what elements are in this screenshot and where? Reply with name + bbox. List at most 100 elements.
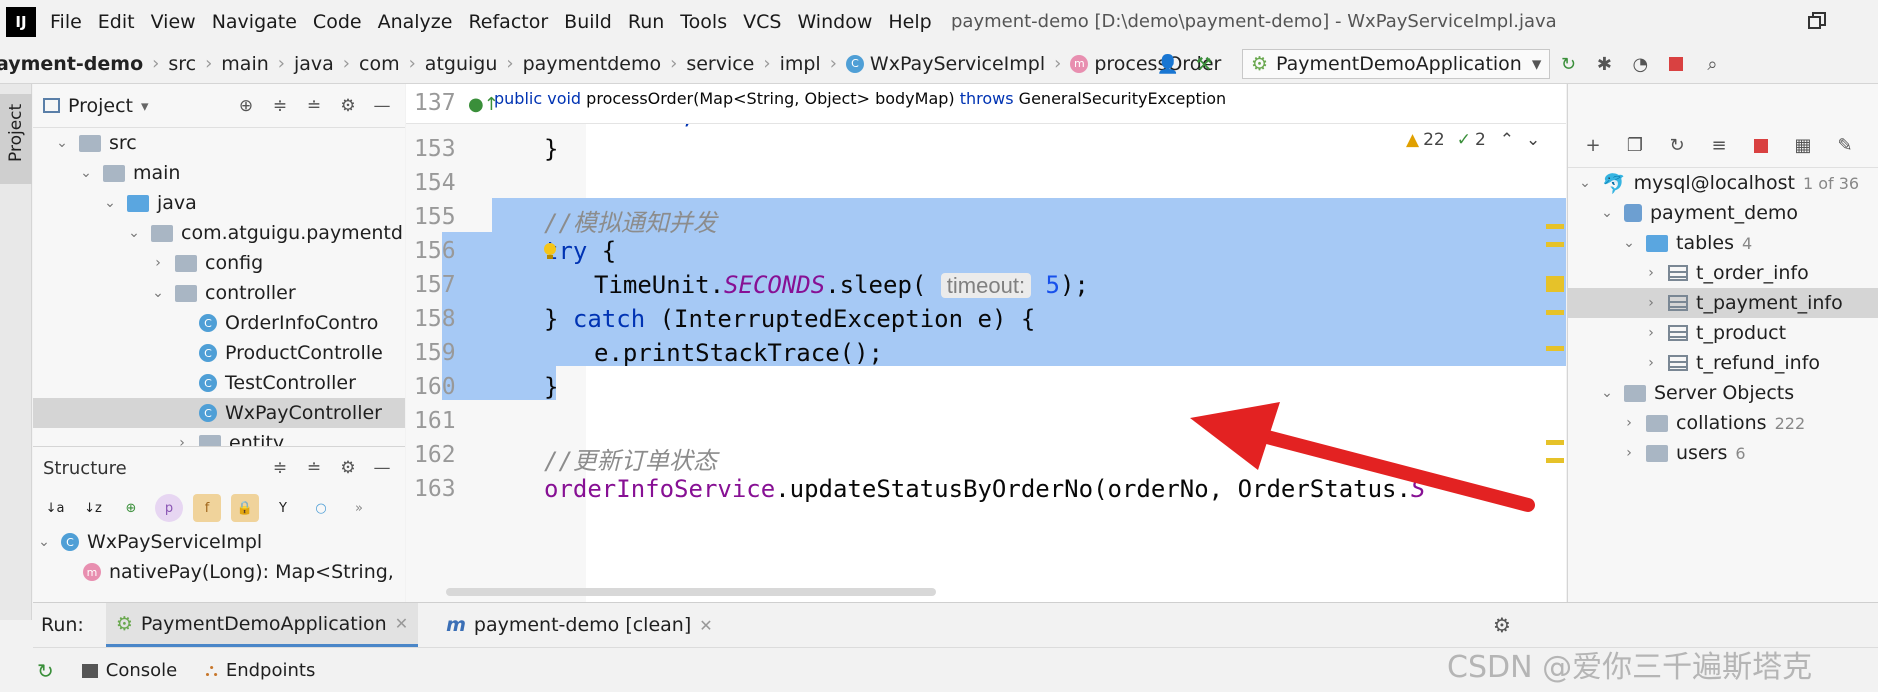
- menu-help[interactable]: Help: [888, 11, 931, 33]
- db-item-table[interactable]: › t_order_info: [1568, 258, 1878, 288]
- build-hammer-icon[interactable]: ⚒: [1191, 51, 1217, 77]
- tree-item-config[interactable]: › config: [33, 248, 405, 278]
- breadcrumb-service[interactable]: service: [686, 53, 754, 75]
- stop-icon[interactable]: [1663, 51, 1689, 77]
- db-item-schema[interactable]: ⌄ payment_demo: [1568, 198, 1878, 228]
- menu-edit[interactable]: Edit: [98, 11, 135, 33]
- copy-icon[interactable]: ❐: [1622, 133, 1648, 159]
- add-icon[interactable]: +: [1580, 133, 1606, 159]
- more-icon[interactable]: »: [345, 494, 373, 522]
- menu-code[interactable]: Code: [313, 11, 362, 33]
- console-tab[interactable]: Console: [81, 660, 177, 681]
- error-stripe-marker[interactable]: [1546, 458, 1564, 463]
- db-item-table[interactable]: › t_product: [1568, 318, 1878, 348]
- structure-item-method[interactable]: m nativePay(Long): Map<String,: [33, 557, 405, 587]
- run-configuration-select[interactable]: ⚙ PaymentDemoApplication ▾: [1242, 49, 1551, 79]
- error-stripe-marker[interactable]: [1546, 276, 1564, 292]
- menu-view[interactable]: View: [151, 11, 196, 33]
- collapse-all-icon[interactable]: ≐: [302, 93, 326, 119]
- rerun-icon[interactable]: ↻: [1555, 51, 1581, 77]
- structure-item-class[interactable]: ⌄ C WxPayServiceImpl: [33, 527, 405, 557]
- error-stripe-marker[interactable]: [1546, 242, 1564, 247]
- show-properties-icon[interactable]: p: [155, 494, 183, 522]
- debug-icon[interactable]: ✱: [1591, 51, 1617, 77]
- project-view-select[interactable]: Project ▾: [43, 95, 149, 117]
- user-icon[interactable]: 👤: [1155, 51, 1181, 77]
- show-lambdas-icon[interactable]: Y: [269, 494, 297, 522]
- gear-icon[interactable]: ⚙: [1493, 613, 1511, 637]
- tree-item-package[interactable]: ⌄ com.atguigu.paymentd: [33, 218, 405, 248]
- db-item-server-objects[interactable]: ⌄ Server Objects: [1568, 378, 1878, 408]
- tree-item-class[interactable]: C ProductControlle: [33, 338, 405, 368]
- run-tab-application[interactable]: ⚙ PaymentDemoApplication ✕: [105, 603, 419, 647]
- edit-icon[interactable]: ✎: [1832, 133, 1858, 159]
- tree-item-java[interactable]: ⌄ java: [33, 188, 405, 218]
- restore-window-icon[interactable]: [1808, 12, 1826, 30]
- error-stripe-marker[interactable]: [1546, 440, 1564, 445]
- menu-tools[interactable]: Tools: [680, 11, 727, 33]
- horizontal-scrollbar[interactable]: [446, 588, 936, 596]
- next-highlight-icon[interactable]: ⌄: [1526, 130, 1540, 150]
- rerun-icon[interactable]: ↻: [37, 659, 54, 683]
- tree-item-src[interactable]: ⌄ src: [33, 128, 405, 158]
- db-item-collations[interactable]: › collations 222: [1568, 408, 1878, 438]
- menu-run[interactable]: Run: [628, 11, 664, 33]
- locate-icon[interactable]: ⊕: [234, 93, 258, 119]
- tree-item-class-selected[interactable]: C WxPayController: [33, 398, 405, 428]
- properties-icon[interactable]: ≡: [1706, 133, 1732, 159]
- db-item-server[interactable]: ⌄ 🐬 mysql@localhost 1 of 36: [1568, 168, 1878, 198]
- tree-item-controller[interactable]: ⌄ controller: [33, 278, 405, 308]
- table-view-icon[interactable]: ▦: [1790, 133, 1816, 159]
- run-tab-maven-clean[interactable]: m payment-demo [clean] ✕: [436, 603, 723, 647]
- db-item-users[interactable]: › users 6: [1568, 438, 1878, 468]
- show-fields-icon[interactable]: f: [193, 494, 221, 522]
- close-icon[interactable]: ✕: [699, 616, 712, 635]
- menu-build[interactable]: Build: [564, 11, 612, 33]
- collapse-all-icon[interactable]: ≐: [302, 455, 326, 481]
- tree-item-entity[interactable]: › entity: [33, 428, 405, 446]
- sort-alphabetically-icon[interactable]: ↓a: [41, 494, 69, 522]
- endpoints-tab[interactable]: ⛬ Endpoints: [205, 660, 315, 681]
- breadcrumb-atguigu[interactable]: atguigu: [425, 53, 498, 75]
- breadcrumb-project[interactable]: ayment-demo: [0, 53, 143, 75]
- breadcrumb-src[interactable]: src: [168, 53, 196, 75]
- code-editor[interactable]: 137 ●↑ public void processOrder(Map<Stri…: [406, 84, 1566, 602]
- project-tool-tab[interactable]: Project: [0, 94, 32, 184]
- tree-item-class[interactable]: C TestController: [33, 368, 405, 398]
- show-non-public-icon[interactable]: 🔒: [231, 494, 259, 522]
- menu-window[interactable]: Window: [797, 11, 872, 33]
- hide-icon[interactable]: —: [370, 93, 394, 119]
- autoscroll-icon[interactable]: ○: [307, 494, 335, 522]
- menu-navigate[interactable]: Navigate: [212, 11, 297, 33]
- sticky-method-header[interactable]: 137 ●↑ public void processOrder(Map<Stri…: [406, 84, 1566, 124]
- breadcrumb-main[interactable]: main: [221, 53, 268, 75]
- menu-analyze[interactable]: Analyze: [378, 11, 453, 33]
- hide-icon[interactable]: —: [370, 455, 394, 481]
- breadcrumb-java[interactable]: java: [294, 53, 334, 75]
- breadcrumb-impl[interactable]: impl: [780, 53, 821, 75]
- profile-icon[interactable]: ◔: [1627, 51, 1653, 77]
- close-icon[interactable]: ✕: [395, 614, 408, 633]
- db-item-table[interactable]: › t_refund_info: [1568, 348, 1878, 378]
- menu-file[interactable]: File: [50, 11, 82, 33]
- expand-all-icon[interactable]: ≑: [268, 93, 292, 119]
- breadcrumb-paymentdemo[interactable]: paymentdemo: [523, 53, 662, 75]
- tree-item-main[interactable]: ⌄ main: [33, 158, 405, 188]
- menu-vcs[interactable]: VCS: [743, 11, 781, 33]
- gear-icon[interactable]: ⚙: [336, 93, 360, 119]
- refresh-icon[interactable]: ↻: [1664, 133, 1690, 159]
- inspection-widget[interactable]: ▲ 22 ✓ 2 ⌃ ⌄: [1406, 130, 1540, 150]
- expand-all-icon[interactable]: ≑: [268, 455, 292, 481]
- db-item-table-selected[interactable]: › t_payment_info: [1568, 288, 1878, 318]
- sort-by-visibility-icon[interactable]: ↓z: [79, 494, 107, 522]
- error-stripe-marker[interactable]: [1546, 346, 1564, 351]
- menu-refactor[interactable]: Refactor: [468, 11, 548, 33]
- tree-item-class[interactable]: C OrderInfoContro: [33, 308, 405, 338]
- show-inherited-icon[interactable]: ⊕: [117, 494, 145, 522]
- lightbulb-icon[interactable]: [542, 242, 558, 262]
- gear-icon[interactable]: ⚙: [336, 455, 360, 481]
- db-item-tables[interactable]: ⌄ tables 4: [1568, 228, 1878, 258]
- previous-highlight-icon[interactable]: ⌃: [1500, 130, 1514, 150]
- breadcrumb-com[interactable]: com: [359, 53, 400, 75]
- breadcrumb-class[interactable]: C WxPayServiceImpl: [845, 53, 1045, 75]
